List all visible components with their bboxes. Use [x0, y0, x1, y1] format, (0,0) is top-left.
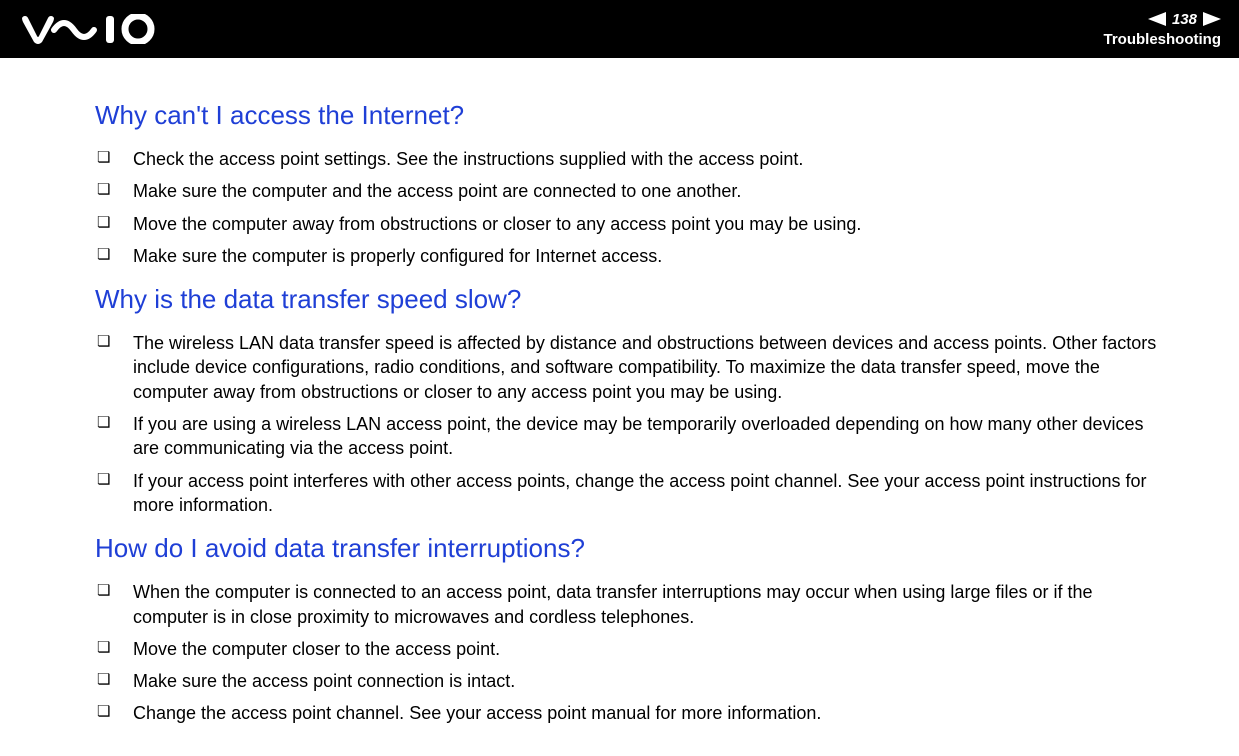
list-item: Move the computer away from obstructions… [95, 212, 1169, 236]
page-nav-row: 138 [1148, 11, 1221, 28]
list-item: Change the access point channel. See you… [95, 701, 1169, 725]
header-bar: 138 Troubleshooting [0, 0, 1239, 58]
list-item: If your access point interferes with oth… [95, 469, 1169, 518]
section-heading: How do I avoid data transfer interruptio… [95, 533, 1169, 564]
bullet-list: When the computer is connected to an acc… [95, 580, 1169, 725]
list-item: Make sure the access point connection is… [95, 669, 1169, 693]
section-block: Why is the data transfer speed slow? The… [95, 284, 1169, 517]
list-item: When the computer is connected to an acc… [95, 580, 1169, 629]
list-item: Make sure the computer and the access po… [95, 179, 1169, 203]
content-area: Why can't I access the Internet? Check t… [0, 58, 1239, 726]
page-nav: 138 Troubleshooting [1104, 11, 1222, 48]
nav-prev-icon[interactable] [1148, 12, 1166, 26]
bullet-list: Check the access point settings. See the… [95, 147, 1169, 268]
page-number: 138 [1172, 11, 1197, 28]
list-item: Move the computer closer to the access p… [95, 637, 1169, 661]
section-label: Troubleshooting [1104, 31, 1222, 48]
list-item: The wireless LAN data transfer speed is … [95, 331, 1169, 404]
list-item: Check the access point settings. See the… [95, 147, 1169, 171]
section-heading: Why can't I access the Internet? [95, 100, 1169, 131]
list-item: Make sure the computer is properly confi… [95, 244, 1169, 268]
section-heading: Why is the data transfer speed slow? [95, 284, 1169, 315]
nav-next-icon[interactable] [1203, 12, 1221, 26]
vaio-logo [22, 14, 162, 44]
bullet-list: The wireless LAN data transfer speed is … [95, 331, 1169, 517]
list-item: If you are using a wireless LAN access p… [95, 412, 1169, 461]
section-block: Why can't I access the Internet? Check t… [95, 100, 1169, 268]
section-block: How do I avoid data transfer interruptio… [95, 533, 1169, 725]
